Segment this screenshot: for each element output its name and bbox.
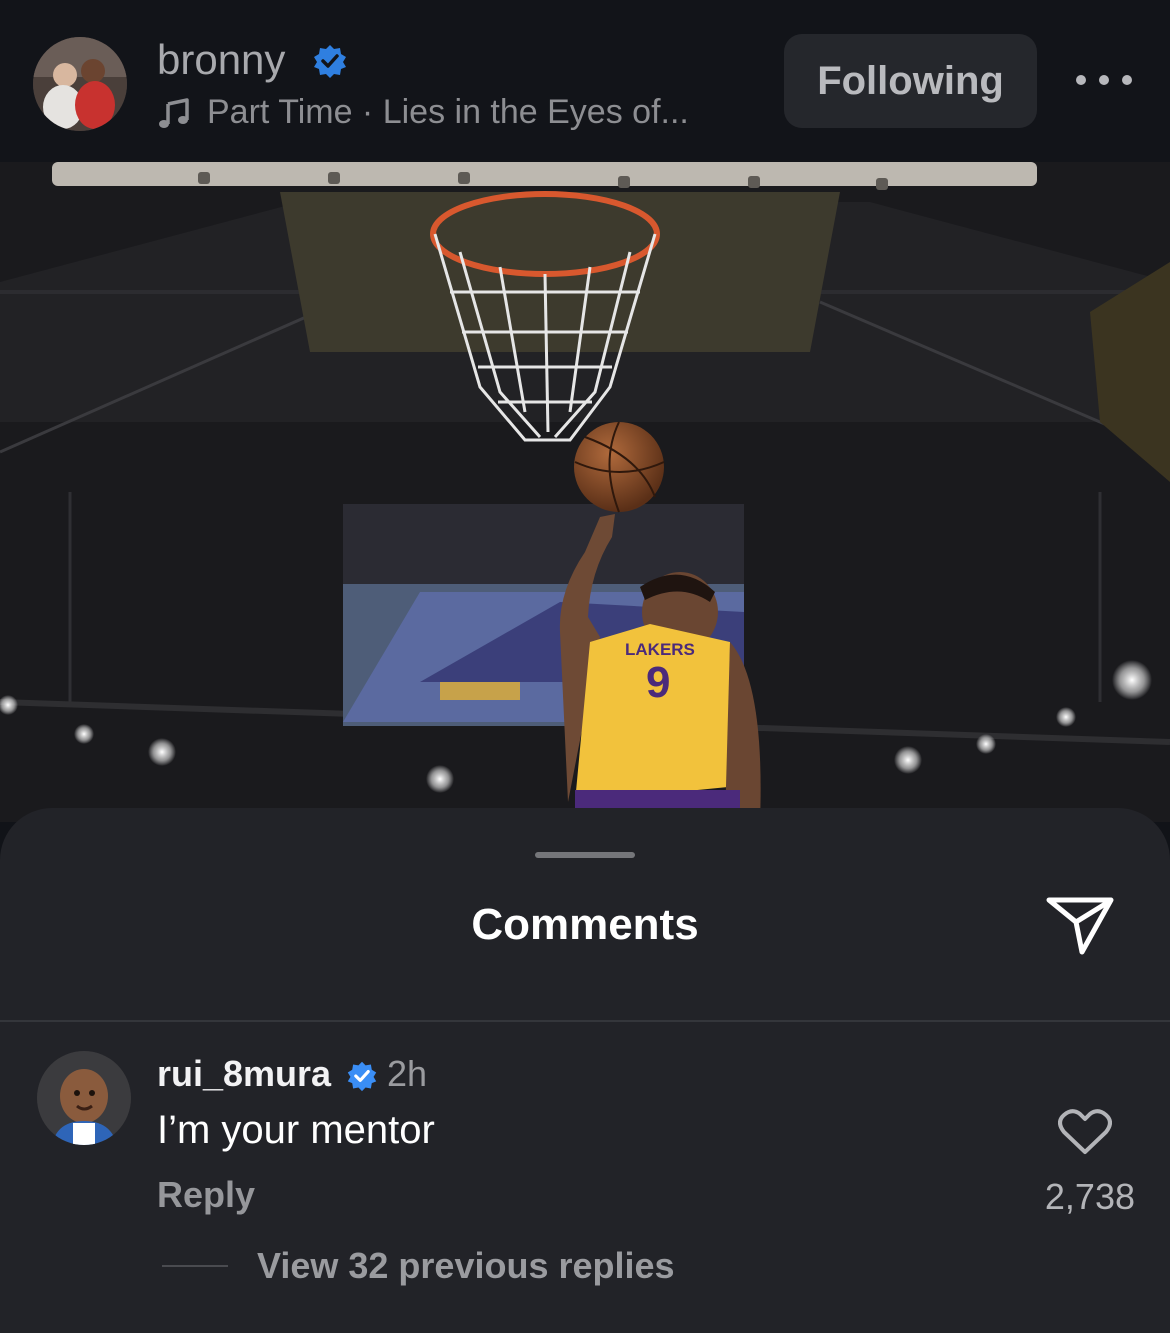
post-header: bronny Part Time · Lies in the Eyes of..… bbox=[0, 0, 1170, 162]
post-photo[interactable]: 9 LAKERS bbox=[0, 162, 1170, 822]
following-button[interactable]: Following bbox=[784, 34, 1037, 128]
commenter-username[interactable]: rui_8mura bbox=[157, 1053, 331, 1095]
reply-button[interactable]: Reply bbox=[157, 1174, 255, 1216]
post-username[interactable]: bronny bbox=[157, 36, 285, 84]
commenter-photo bbox=[37, 1051, 131, 1145]
view-replies-link[interactable]: View 32 previous replies bbox=[257, 1245, 675, 1287]
comment-text: I’m your mentor bbox=[157, 1108, 435, 1152]
sheet-drag-handle[interactable] bbox=[535, 852, 635, 858]
music-note-icon bbox=[159, 97, 189, 128]
avatar-photo bbox=[33, 37, 127, 131]
music-text: Part Time · Lies in the Eyes of... bbox=[207, 93, 689, 131]
sheet-divider bbox=[0, 1020, 1170, 1022]
send-icon[interactable] bbox=[1044, 888, 1116, 960]
verified-badge-icon bbox=[314, 45, 346, 78]
more-dots-icon[interactable] bbox=[1076, 60, 1132, 100]
jersey-number: 9 bbox=[646, 658, 670, 707]
replies-divider-line bbox=[162, 1265, 228, 1267]
comment-timestamp: 2h bbox=[387, 1053, 428, 1094]
like-count: 2,738 bbox=[1044, 1176, 1135, 1217]
commenter-avatar[interactable] bbox=[37, 1051, 131, 1145]
comments-title: Comments bbox=[471, 900, 699, 949]
jersey-text: LAKERS bbox=[625, 640, 695, 659]
heart-icon[interactable] bbox=[1058, 1108, 1112, 1156]
dunk-photo: 9 LAKERS bbox=[0, 162, 1170, 822]
music-info[interactable]: Part Time · Lies in the Eyes of... bbox=[157, 93, 689, 132]
verified-badge-icon bbox=[347, 1061, 377, 1092]
profile-avatar[interactable] bbox=[33, 37, 127, 131]
